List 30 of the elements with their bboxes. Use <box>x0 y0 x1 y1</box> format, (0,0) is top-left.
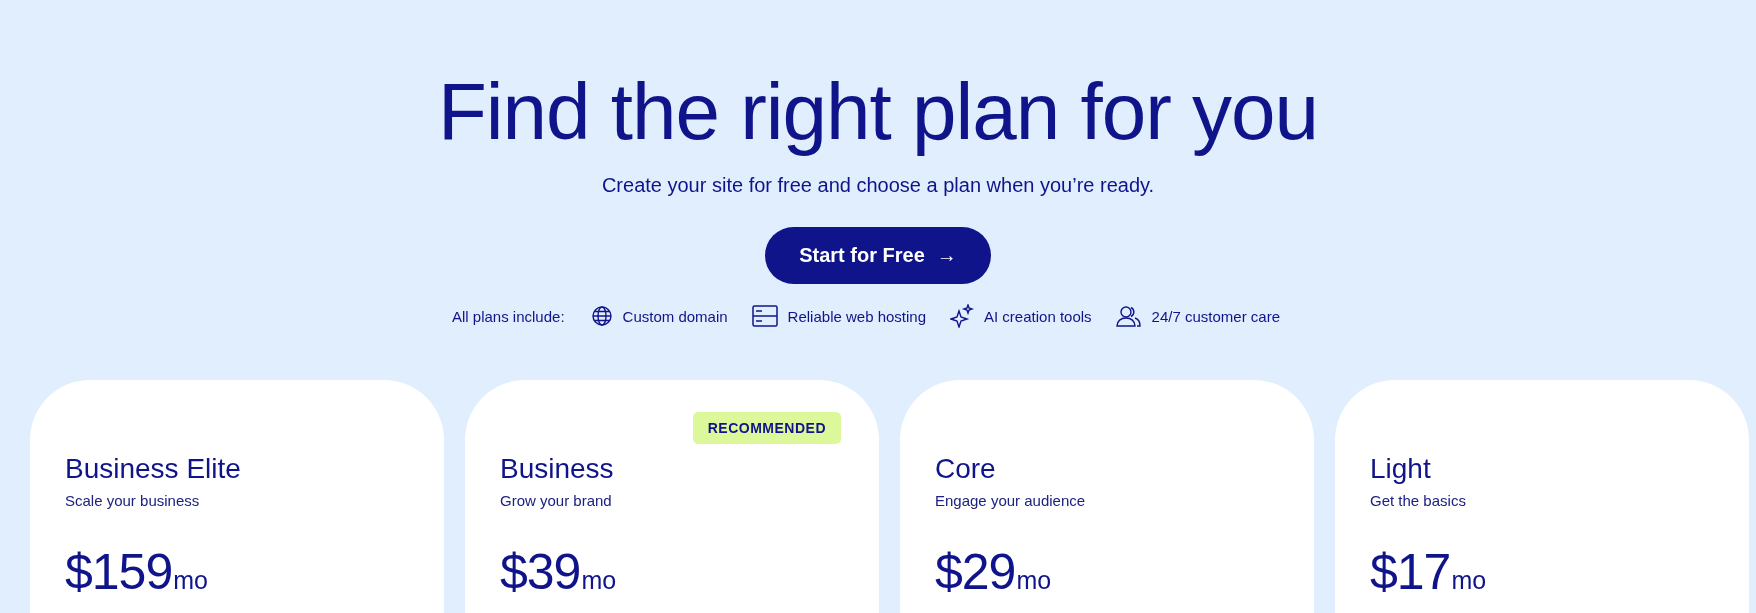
plan-name: Light <box>1370 452 1432 486</box>
price-period: mo <box>173 566 208 595</box>
price-period: mo <box>1016 566 1052 595</box>
plan-price: $17 <box>1370 543 1451 601</box>
server-icon <box>751 305 778 327</box>
page-heading: Find the right plan for you <box>437 66 1319 158</box>
feature-label: Custom domain <box>622 307 728 325</box>
feature-label: AI creation tools <box>984 307 1092 325</box>
start-button[interactable]: Start for Free → <box>765 227 991 284</box>
plan-tagline: Scale your business <box>65 492 201 509</box>
price-period: mo <box>1451 566 1487 595</box>
feature-label: 24/7 customer care <box>1151 307 1280 325</box>
globe-icon <box>590 305 613 327</box>
feature-label: Reliable web hosting <box>787 307 927 325</box>
page-subheading: Create your site for free and choose a plan when you’re ready. <box>601 174 1155 197</box>
includes-label: All plans include: <box>452 307 565 325</box>
arrow-icon: → <box>936 244 957 267</box>
plan-tagline: Grow your brand <box>500 492 613 509</box>
plan-price: $29 <box>935 543 1016 601</box>
price-period: mo <box>581 566 617 595</box>
people-icon <box>1115 304 1142 328</box>
plan-name: Core <box>935 452 997 486</box>
plan-price: $159 <box>65 543 173 601</box>
plan-name: Business Elite <box>65 452 242 486</box>
plan-name: Business <box>500 452 615 486</box>
plan-tagline: Get the basics <box>1370 492 1467 509</box>
plan-tagline: Engage your audience <box>935 492 1087 509</box>
recommended-badge: RECOMMENDED <box>692 412 841 444</box>
sparkle-icon <box>950 304 975 328</box>
plan-price: $39 <box>500 543 581 601</box>
